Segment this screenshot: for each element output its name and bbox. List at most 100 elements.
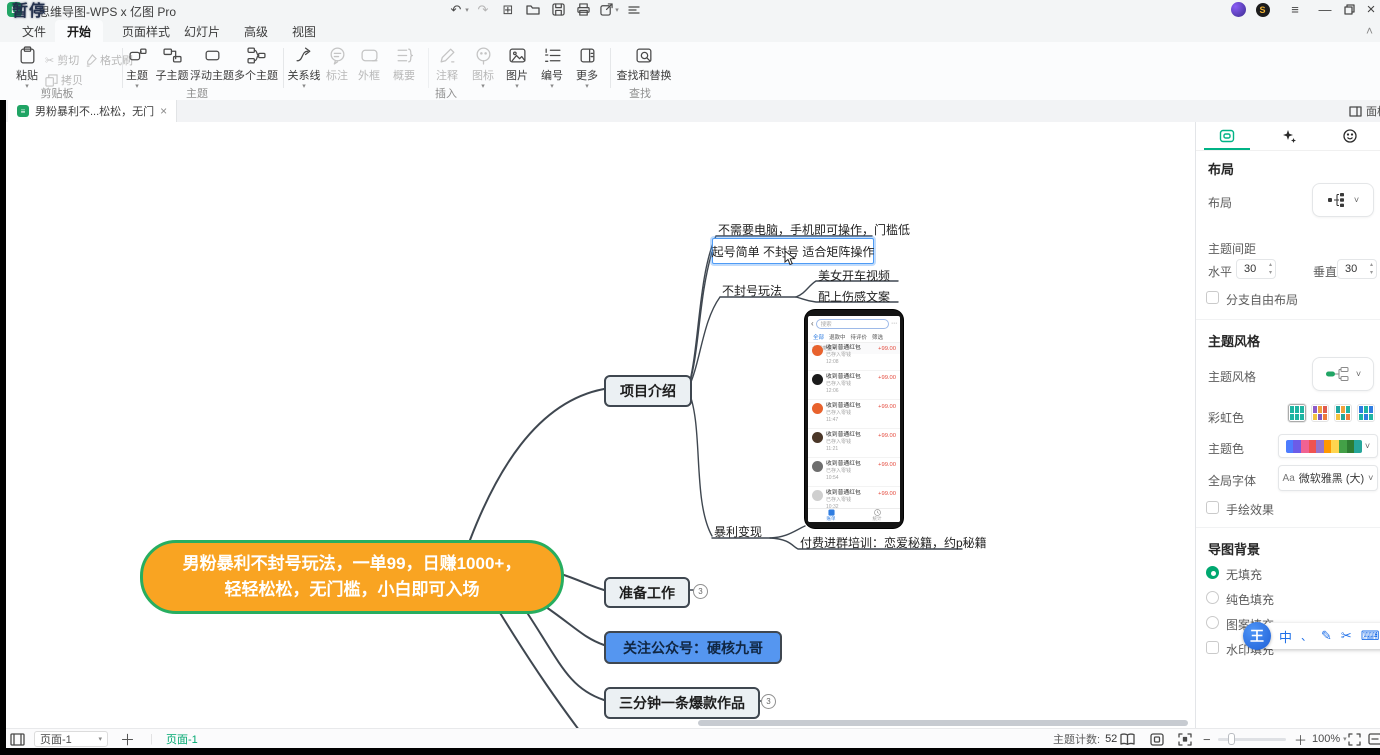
panel-tab-emoji[interactable]: [1319, 122, 1380, 150]
tab-home[interactable]: 开始: [55, 20, 103, 42]
boundary-button[interactable]: 外框: [354, 46, 384, 92]
topic-button[interactable]: 主题 ▾: [120, 46, 154, 92]
ime-keyboard-icon[interactable]: ⌨: [1361, 628, 1380, 644]
icon-dropdown-icon[interactable]: ▾: [481, 85, 485, 88]
membership-badge[interactable]: S: [1254, 1, 1271, 18]
subtopic-training[interactable]: 付费进群培训：恋爱秘籍，约p秘籍: [800, 534, 987, 551]
paste-dropdown-icon[interactable]: ▾: [25, 85, 29, 88]
page-select-dropdown[interactable]: 页面-1 ▾: [34, 731, 108, 747]
more-dropdown-icon[interactable]: ▾: [585, 85, 589, 88]
panel-toggle-button[interactable]: 面板: [1349, 100, 1380, 122]
rainbow-swatch-2[interactable]: [1311, 404, 1329, 422]
print-button[interactable]: [575, 1, 591, 18]
document-tab[interactable]: ≡ 男粉暴利不...松松，无门 ×: [8, 100, 177, 122]
global-font-dropdown[interactable]: Aa 微软雅黑 (大) ˅: [1278, 465, 1378, 491]
phone-screenshot-node[interactable]: ‹ 搜索 ⋯ 全部 退款中 待评价 筛选 全部类型 ▾ 收到普通红包 已存入零钱: [805, 310, 903, 528]
new-file-button[interactable]: ⊞: [500, 1, 516, 18]
bg-solid-radio[interactable]: [1206, 591, 1219, 604]
rainbow-swatch-4[interactable]: [1357, 404, 1375, 422]
rainbow-swatch-1[interactable]: [1288, 404, 1306, 422]
bg-watermark-checkbox[interactable]: [1206, 641, 1219, 654]
layout-dropdown[interactable]: ˅: [1312, 183, 1374, 217]
hide-panel-button[interactable]: [1368, 729, 1380, 749]
callout-button[interactable]: 标注: [322, 46, 352, 92]
step-up-icon[interactable]: ▴: [1269, 261, 1272, 269]
collapsed-count-badge[interactable]: 3: [761, 694, 776, 709]
branch-node-work[interactable]: 三分钟一条爆款作品: [604, 687, 760, 719]
tab-file[interactable]: 文件: [10, 20, 58, 42]
page-overview-button[interactable]: [10, 729, 25, 749]
branch-node-prepare[interactable]: 准备工作: [604, 577, 690, 608]
fit-map-button[interactable]: [1150, 729, 1164, 749]
relation-line-button[interactable]: 关系线 ▾: [288, 46, 320, 92]
multi-topic-button[interactable]: 多个主题: [234, 46, 278, 92]
summary-button[interactable]: 概要: [388, 46, 420, 92]
panel-tab-style[interactable]: [1196, 122, 1258, 150]
bg-pattern-radio[interactable]: [1206, 616, 1219, 629]
customize-toolbar-button[interactable]: [626, 1, 642, 18]
ime-scissors-icon[interactable]: ✂: [1341, 628, 1352, 644]
number-button[interactable]: 编号 ▾: [537, 46, 567, 92]
panel-tab-ai[interactable]: [1258, 122, 1320, 150]
horizontal-spacing-stepper[interactable]: 30 ▴▾: [1236, 259, 1276, 279]
save-button[interactable]: [550, 1, 566, 18]
subtopic-video[interactable]: 美女开车视频: [818, 267, 890, 284]
vertical-spacing-stepper[interactable]: 30 ▴▾: [1337, 259, 1377, 279]
zoom-level-dropdown[interactable]: 100% ▾: [1312, 729, 1347, 749]
rainbow-swatch-3[interactable]: [1334, 404, 1352, 422]
open-file-button[interactable]: [525, 1, 541, 18]
share-button[interactable]: [598, 1, 614, 18]
step-down-icon[interactable]: ▾: [1269, 269, 1272, 277]
zoom-in-button[interactable]: ＋: [1294, 729, 1307, 749]
ime-pen-icon[interactable]: ✎: [1321, 628, 1332, 644]
subtopic-profit[interactable]: 暴利变现: [714, 523, 762, 540]
center-map-button[interactable]: [1178, 729, 1192, 749]
outline-view-button[interactable]: [1120, 729, 1135, 749]
bg-none-radio[interactable]: [1206, 566, 1219, 579]
picture-dropdown-icon[interactable]: ▾: [515, 85, 519, 88]
minimize-button[interactable]: —: [1312, 0, 1338, 19]
subtopic-no-pc[interactable]: 不需要电脑，手机即可操作，门槛低: [718, 221, 910, 238]
window-menu-button[interactable]: ≡: [1282, 0, 1308, 19]
mindmap-canvas[interactable]: 男粉暴利不封号玩法，一单99，日赚1000+， 轻轻松松，无门槛，小白即可入场 …: [0, 122, 1195, 728]
zoom-slider-thumb[interactable]: [1228, 733, 1235, 745]
number-dropdown-icon[interactable]: ▾: [550, 85, 554, 88]
insert-icon-button[interactable]: 图标 ▾: [468, 46, 498, 92]
more-insert-button[interactable]: 更多 ▾: [572, 46, 602, 92]
horizontal-scrollbar[interactable]: [698, 720, 1188, 726]
ime-punct-icon[interactable]: 、: [1301, 628, 1312, 644]
relation-dropdown-icon[interactable]: ▾: [302, 85, 306, 88]
close-button[interactable]: ×: [1358, 0, 1380, 19]
ime-mode-icon[interactable]: 中: [1279, 627, 1292, 646]
branch-node-follow[interactable]: 关注公众号：硬核九哥: [604, 631, 782, 664]
tab-advanced[interactable]: 高级: [232, 20, 280, 42]
theme-style-dropdown[interactable]: ˅: [1312, 357, 1374, 391]
central-topic-node[interactable]: 男粉暴利不封号玩法，一单99，日赚1000+， 轻轻松松，无门槛，小白即可入场: [140, 540, 564, 614]
add-page-button[interactable]: ＋: [120, 729, 135, 749]
topic-dropdown-icon[interactable]: ▾: [135, 85, 139, 88]
subtopic-copywriting[interactable]: 配上伤感文案: [818, 288, 890, 305]
subtopic-button[interactable]: 子主题: [154, 46, 190, 92]
subtopic-play[interactable]: 不封号玩法: [722, 282, 782, 299]
cut-button[interactable]: ✂剪切: [45, 52, 79, 68]
zoom-out-button[interactable]: −: [1203, 729, 1211, 749]
step-down-icon[interactable]: ▾: [1370, 269, 1373, 277]
tab-close-icon[interactable]: ×: [160, 104, 167, 118]
share-dropdown-icon[interactable]: ▾: [613, 1, 621, 18]
theme-color-dropdown[interactable]: ˅: [1278, 434, 1378, 458]
branch-node-intro[interactable]: 项目介绍: [604, 375, 692, 407]
tab-slides[interactable]: 幻灯片: [172, 20, 232, 42]
collapsed-count-badge[interactable]: 3: [693, 584, 708, 599]
collapse-ribbon-button[interactable]: ˄: [1354, 20, 1380, 42]
tab-view[interactable]: 视图: [280, 20, 328, 42]
fullscreen-button[interactable]: [1348, 729, 1361, 749]
picture-button[interactable]: 图片 ▾: [502, 46, 532, 92]
undo-dropdown-icon[interactable]: ▾: [463, 1, 471, 18]
free-layout-checkbox[interactable]: [1206, 291, 1219, 304]
sketch-effect-checkbox[interactable]: [1206, 501, 1219, 514]
ime-logo-badge[interactable]: 王: [1243, 622, 1271, 650]
redo-button[interactable]: ↷: [475, 1, 491, 18]
undo-button[interactable]: ↶: [448, 1, 464, 18]
step-up-icon[interactable]: ▴: [1370, 261, 1373, 269]
user-avatar[interactable]: [1230, 1, 1247, 18]
